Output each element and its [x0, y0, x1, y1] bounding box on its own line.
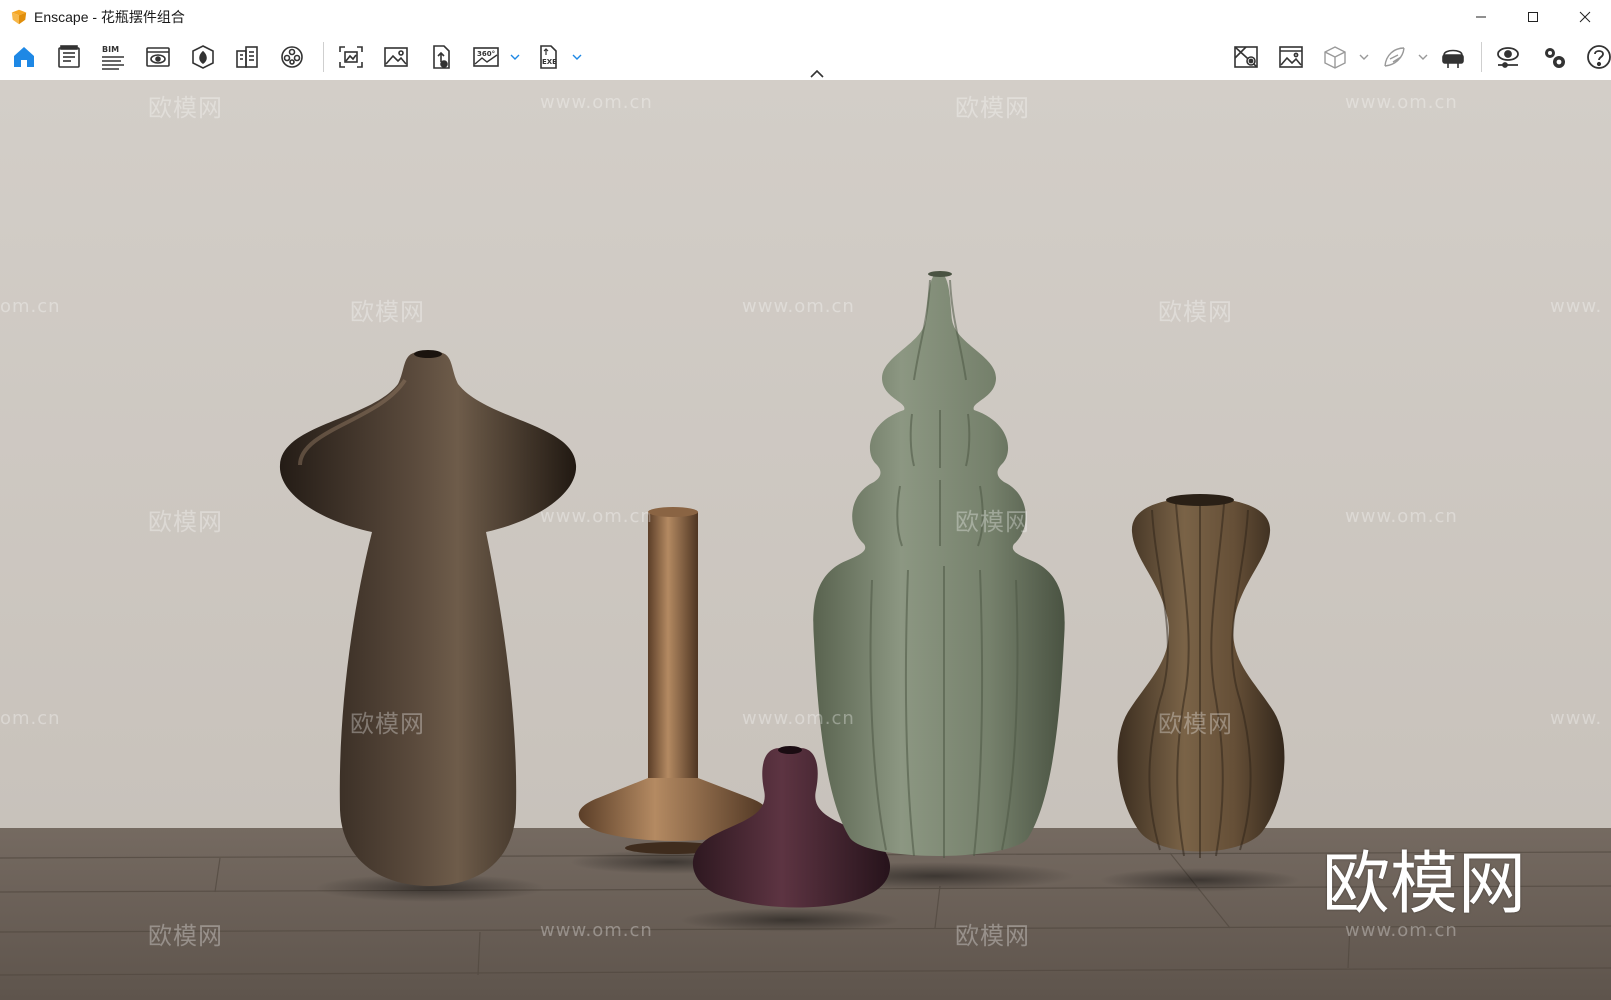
- settings-button[interactable]: [1537, 40, 1571, 74]
- feather-dropdown-icon[interactable]: [1418, 52, 1428, 62]
- building-button[interactable]: [230, 40, 264, 74]
- bim-label: BIM: [102, 45, 119, 54]
- pano-label: 360°: [477, 50, 495, 58]
- bim-icon: BIM: [102, 45, 124, 70]
- cube-button[interactable]: [1318, 40, 1352, 74]
- window-title: Enscape - 花瓶摆件组合: [34, 9, 185, 25]
- video-button[interactable]: [275, 40, 309, 74]
- watermark-url: www.om.cn: [1345, 92, 1458, 113]
- watermark-big-logo: 欧模网: [1322, 845, 1527, 924]
- panorama-button[interactable]: 360°: [469, 40, 503, 74]
- enscape-logo-icon: [11, 9, 27, 25]
- watermark-logo: 欧模网: [955, 922, 1030, 950]
- maximize-button[interactable]: [1507, 0, 1559, 34]
- maximize-icon: [1528, 12, 1538, 22]
- export-exe-button[interactable]: EXE: [531, 40, 565, 74]
- help-icon: [1587, 45, 1611, 69]
- vr-headset-icon: [1442, 49, 1464, 68]
- watermark-logo: 欧模网: [955, 94, 1030, 122]
- document-list-button[interactable]: [52, 40, 86, 74]
- watermark-url: www.om.cn: [742, 708, 855, 729]
- watermark-logo: 欧模网: [350, 298, 425, 326]
- home-button[interactable]: [7, 40, 41, 74]
- video-reel-icon: [281, 46, 303, 68]
- watermark-logo: 欧模网: [955, 508, 1030, 536]
- watermark-url: www.om.cn: [540, 506, 653, 527]
- screenshot-button[interactable]: [334, 40, 368, 74]
- upload-button[interactable]: [424, 40, 458, 74]
- close-icon: [1579, 11, 1591, 23]
- screenshot-icon: [339, 46, 363, 68]
- bim-button[interactable]: BIM: [96, 40, 130, 74]
- panorama-dropdown-icon[interactable]: [510, 52, 520, 62]
- gallery-button[interactable]: [1274, 40, 1308, 74]
- exe-label: EXE: [542, 58, 557, 66]
- watermark-logo: 欧模网: [148, 922, 223, 950]
- watermark-logo: 欧模网: [1158, 710, 1233, 738]
- watermark-logo: 欧模网: [148, 508, 223, 536]
- map-pin-icon: [1234, 46, 1258, 68]
- view-mode-button[interactable]: [141, 40, 175, 74]
- image-icon: [384, 47, 408, 67]
- visual-settings-button[interactable]: [1491, 40, 1525, 74]
- render-image-button[interactable]: [379, 40, 413, 74]
- view-eye-icon: [146, 47, 170, 67]
- export-exe-icon: EXE: [540, 45, 557, 69]
- panorama-360-icon: 360°: [473, 47, 499, 67]
- collapse-toolbar-icon[interactable]: [810, 70, 824, 78]
- home-icon: [14, 47, 34, 67]
- feather-icon: [1384, 47, 1405, 67]
- export-dropdown-icon[interactable]: [572, 52, 582, 62]
- close-button[interactable]: [1559, 0, 1611, 34]
- material-button[interactable]: [186, 40, 220, 74]
- watermark-logo: 欧模网: [1158, 298, 1233, 326]
- watermark-logo: 欧模网: [350, 710, 425, 738]
- main-toolbar: BIM 360° EXE: [0, 34, 1611, 81]
- toolbar-separator: [1481, 42, 1482, 72]
- cube-dropdown-icon[interactable]: [1359, 52, 1369, 62]
- toolbar-separator: [323, 42, 324, 72]
- map-button[interactable]: [1229, 40, 1263, 74]
- watermark-url: www.om.cn: [742, 296, 855, 317]
- building-icon: [236, 46, 258, 68]
- minimize-button[interactable]: [1455, 0, 1507, 34]
- watermark-url: www.om.cn: [1345, 506, 1458, 527]
- document-list-icon: [58, 45, 80, 68]
- watermark-url: www.om.cn: [540, 920, 653, 941]
- minimize-icon: [1476, 16, 1486, 18]
- image-gallery-icon: [1279, 46, 1303, 68]
- feather-button[interactable]: [1377, 40, 1411, 74]
- watermark-url: om.cn: [0, 708, 61, 729]
- watermark-url: www.: [1550, 296, 1603, 317]
- settings-gears-icon: [1545, 48, 1565, 68]
- title-bar: Enscape - 花瓶摆件组合: [0, 0, 1611, 34]
- cube-icon: [1324, 46, 1346, 69]
- material-icon: [192, 45, 214, 69]
- visual-settings-eye-icon: [1497, 47, 1519, 68]
- help-button[interactable]: [1582, 40, 1611, 74]
- watermark-url: www.: [1550, 708, 1603, 729]
- watermark-logo: 欧模网: [148, 94, 223, 122]
- vr-button[interactable]: [1436, 40, 1470, 74]
- watermark-url: om.cn: [0, 296, 61, 317]
- upload-file-icon: [433, 45, 450, 69]
- watermark-url: www.om.cn: [540, 92, 653, 113]
